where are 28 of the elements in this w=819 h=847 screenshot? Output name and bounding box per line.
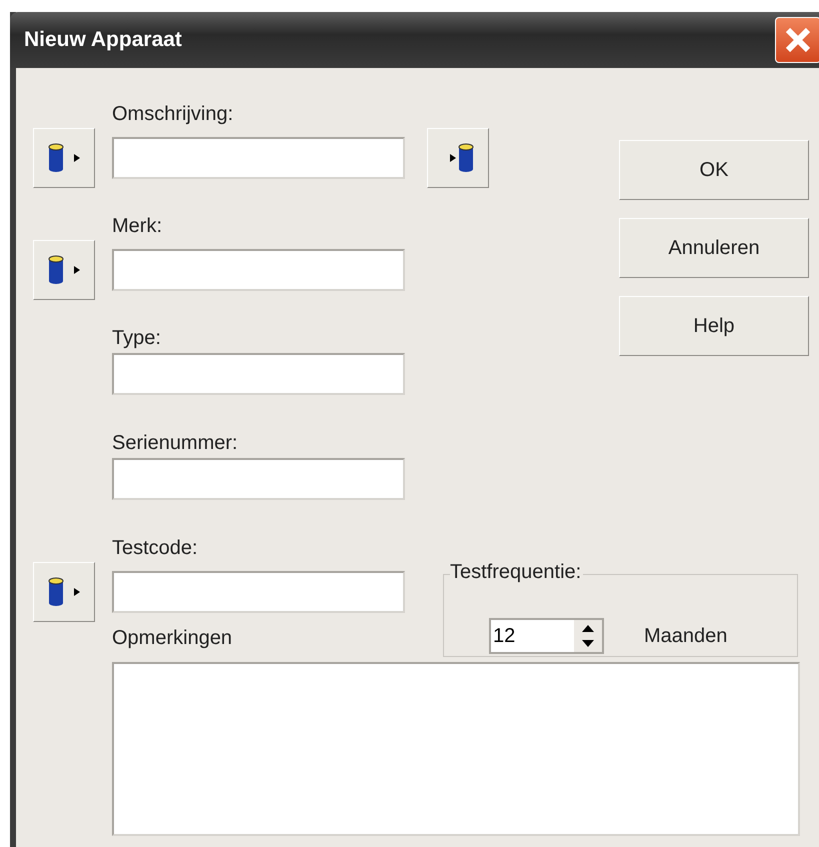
export-button[interactable] bbox=[427, 128, 489, 188]
field-label: Merk: bbox=[112, 214, 162, 239]
close-icon bbox=[783, 25, 813, 55]
text-field[interactable] bbox=[112, 571, 405, 613]
text-field[interactable] bbox=[112, 249, 405, 291]
field-label: Serienummer: bbox=[112, 431, 238, 456]
text-field[interactable] bbox=[112, 137, 405, 179]
cylinder-arrow-icon bbox=[47, 143, 81, 173]
import-button[interactable] bbox=[33, 128, 95, 188]
window-title: Nieuw Apparaat bbox=[24, 28, 182, 52]
dialog-button[interactable]: Help bbox=[619, 296, 809, 356]
group-title: Testfrequentie: bbox=[450, 561, 584, 584]
unit-label: Maanden bbox=[644, 625, 728, 648]
field-label: Omschrijving: bbox=[112, 102, 234, 127]
number-spinner[interactable]: 12 bbox=[489, 618, 604, 654]
text-field[interactable] bbox=[112, 353, 405, 395]
text-field[interactable] bbox=[112, 458, 405, 500]
cylinder-arrow-icon bbox=[47, 577, 81, 607]
cylinder-arrow-icon bbox=[47, 255, 81, 285]
dialog-button[interactable]: OK bbox=[619, 140, 809, 200]
remarks-field[interactable] bbox=[112, 662, 800, 836]
field-label: Type: bbox=[112, 326, 161, 351]
close-button[interactable] bbox=[775, 17, 819, 63]
dialog-button[interactable]: Annuleren bbox=[619, 218, 809, 278]
import-button[interactable] bbox=[33, 240, 95, 300]
field-label: Testcode: bbox=[112, 536, 198, 561]
remarks-label: Opmerkingen bbox=[112, 626, 232, 651]
import-button[interactable] bbox=[33, 562, 95, 622]
